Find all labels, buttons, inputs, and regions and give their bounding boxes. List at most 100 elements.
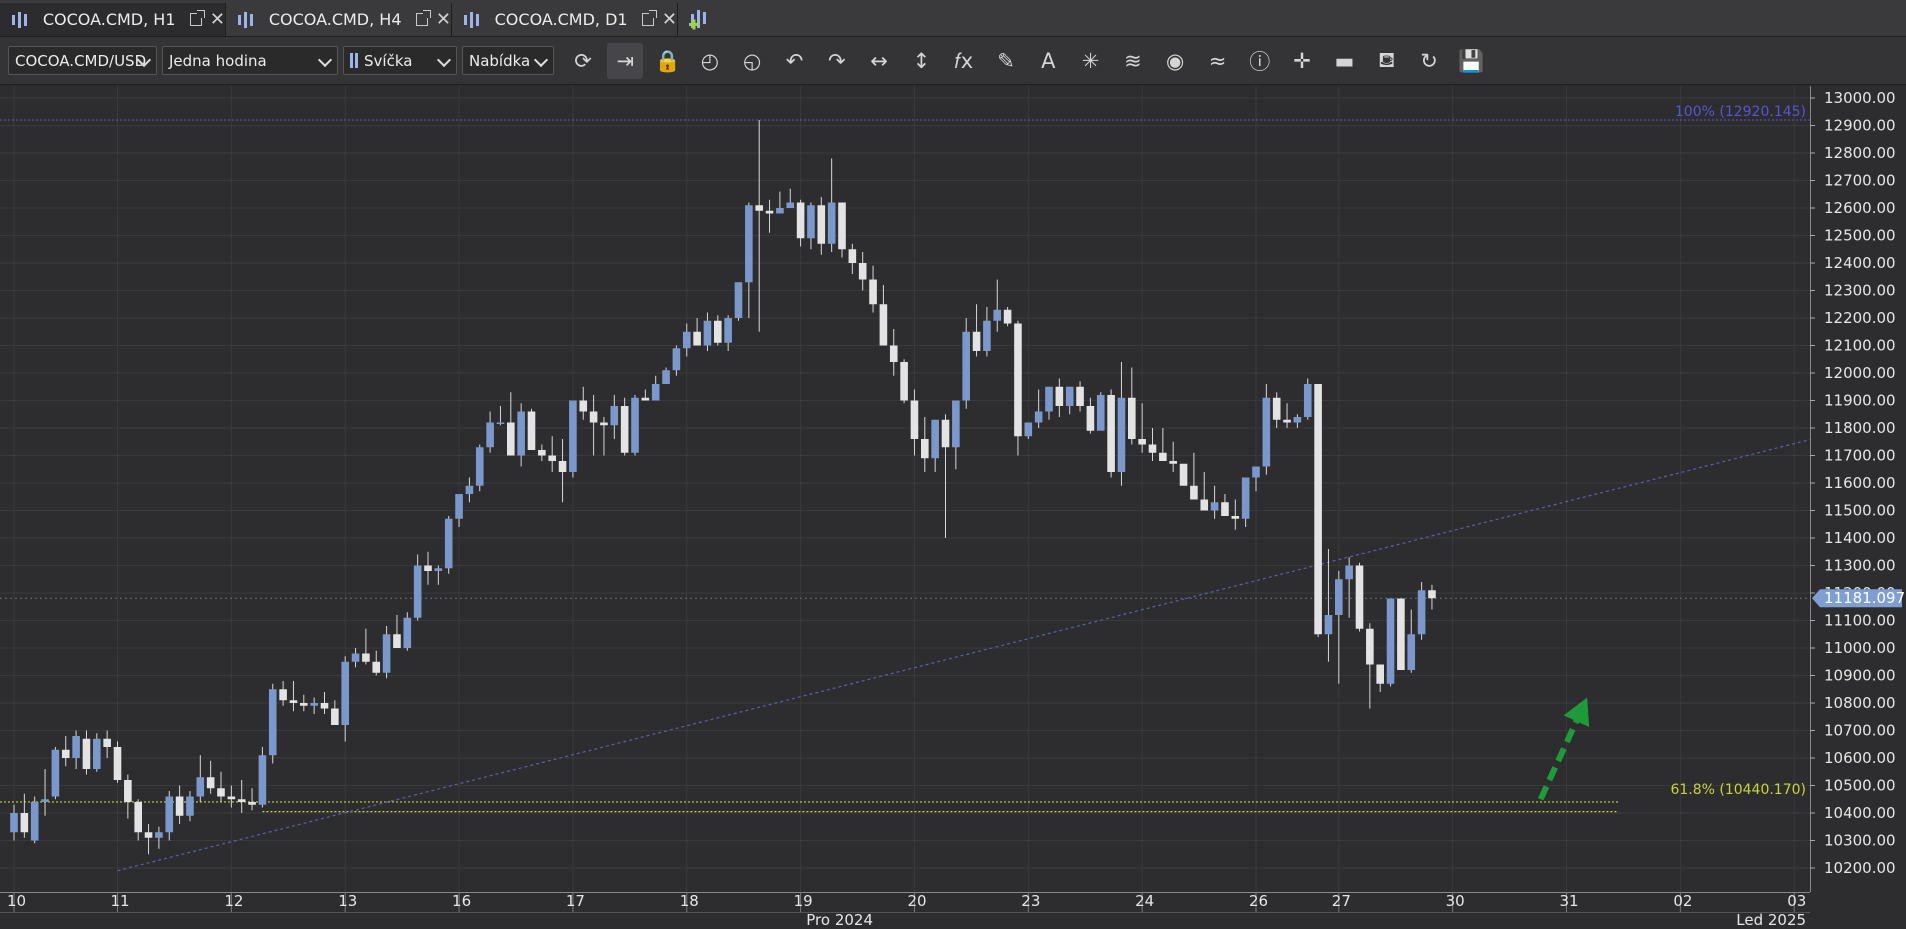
candle-body <box>30 802 39 841</box>
candle-body <box>186 796 194 816</box>
candle <box>527 408 536 450</box>
price-tick-label: 12100.00 <box>1824 337 1896 355</box>
candle-body <box>1386 598 1395 684</box>
candle-body <box>300 703 308 706</box>
candle-body <box>1014 323 1022 437</box>
candle-body <box>807 205 815 239</box>
candle-body <box>1335 579 1343 615</box>
candle-body <box>165 796 174 833</box>
candle-body <box>1252 466 1260 478</box>
candle-body <box>517 411 525 456</box>
fib-level-100-label: 100% (12920.145) <box>1675 104 1806 120</box>
price-tick-label: 12900.00 <box>1824 117 1896 135</box>
candle-body <box>1231 516 1240 519</box>
candle-body <box>382 634 391 673</box>
candle <box>1107 389 1115 478</box>
time-tick-label: 10 <box>7 892 26 910</box>
time-tick-label: 03 <box>1787 892 1806 910</box>
candle <box>475 444 484 492</box>
candle-body <box>693 331 701 346</box>
time-tick-label: 20 <box>907 892 926 910</box>
candle-body <box>765 210 774 214</box>
price-tick-label: 10500.00 <box>1824 777 1896 795</box>
price-tick-label: 10800.00 <box>1824 694 1896 712</box>
candle-body <box>1366 628 1374 665</box>
candle-body <box>910 400 919 439</box>
candle <box>258 747 267 808</box>
candle-body <box>714 320 722 343</box>
candle-body <box>279 689 287 701</box>
time-tick-label: 23 <box>1021 892 1040 910</box>
time-axis[interactable]: 10 11 12 13 16 17 18 19 20 23 24 26 27 30 31 02 03 Pro 20… <box>0 892 1906 929</box>
candle-body <box>786 202 795 208</box>
candle-body <box>703 320 712 346</box>
candle-body <box>734 282 743 318</box>
candle <box>1314 384 1322 637</box>
candle <box>1303 378 1312 420</box>
price-axis[interactable]: 10200.00 10300.00 10400.00 10500.00 10600.00… <box>1810 86 1906 929</box>
candle <box>444 516 453 574</box>
price-tick-label: 11600.00 <box>1824 474 1896 492</box>
price-tick-label: 11900.00 <box>1824 392 1896 410</box>
price-tick-label: 12800.00 <box>1824 144 1896 162</box>
candle-body <box>331 708 339 725</box>
time-tick-label: 19 <box>794 892 813 910</box>
chart-grid <box>0 86 1810 892</box>
candle-body <box>155 832 163 838</box>
price-tick-label: 10400.00 <box>1824 804 1896 822</box>
candle-body <box>1397 598 1405 670</box>
candle-body <box>268 689 277 756</box>
candle-body <box>444 518 453 569</box>
plot-background <box>0 86 1810 892</box>
candle-body <box>372 661 381 673</box>
current-price-label: 11181.097 <box>1812 589 1905 608</box>
month-label: Led 2025 <box>1736 911 1806 929</box>
candle <box>1003 307 1012 327</box>
candle-body <box>1179 463 1188 486</box>
candle-body <box>1324 615 1333 635</box>
candle-body <box>1055 386 1064 406</box>
candle-body <box>620 406 629 453</box>
candle-body <box>610 406 619 426</box>
candle <box>569 400 577 478</box>
candle-body <box>41 799 49 802</box>
price-tick-label: 13000.00 <box>1824 89 1896 107</box>
candle-body <box>351 653 360 662</box>
candle-body <box>424 565 432 571</box>
candle-body <box>1169 461 1177 464</box>
candle-body <box>206 777 215 789</box>
price-tick-label: 10900.00 <box>1824 667 1896 685</box>
candle-body <box>455 494 463 519</box>
price-tick-label: 11300.00 <box>1824 557 1896 575</box>
fib-level-618-label: 61.8% (10440.170) <box>1670 782 1806 798</box>
month-label: Pro 2024 <box>806 911 873 929</box>
candle-body <box>858 263 867 280</box>
candle-body <box>144 832 153 838</box>
candle-body <box>838 202 846 250</box>
candle-body <box>1314 384 1322 635</box>
candle <box>113 741 122 783</box>
candle-body <box>931 419 939 459</box>
candle-body <box>1096 395 1105 431</box>
candle-body <box>796 202 805 239</box>
candle <box>1096 392 1105 431</box>
candle-body <box>1200 499 1209 511</box>
price-tick-label: 11800.00 <box>1824 419 1896 437</box>
time-tick-label: 13 <box>338 892 357 910</box>
price-tick-label: 11400.00 <box>1824 529 1896 547</box>
candle <box>734 282 743 321</box>
candle-body <box>93 738 101 769</box>
candle-body <box>113 747 122 780</box>
price-chart[interactable]: 100% (12920.145) 61.8% (10440.170) 10200.… <box>0 0 1906 929</box>
candle-body <box>82 738 91 769</box>
candle <box>1355 562 1364 632</box>
candle-body <box>962 331 970 401</box>
time-tick-label: 02 <box>1673 892 1692 910</box>
candle-body <box>258 755 267 805</box>
candle-body <box>20 813 29 833</box>
candle-body <box>1045 386 1053 412</box>
candle-body <box>1210 502 1219 511</box>
candle-body <box>682 331 691 349</box>
candle-body <box>972 331 981 351</box>
candle-body <box>651 384 660 401</box>
